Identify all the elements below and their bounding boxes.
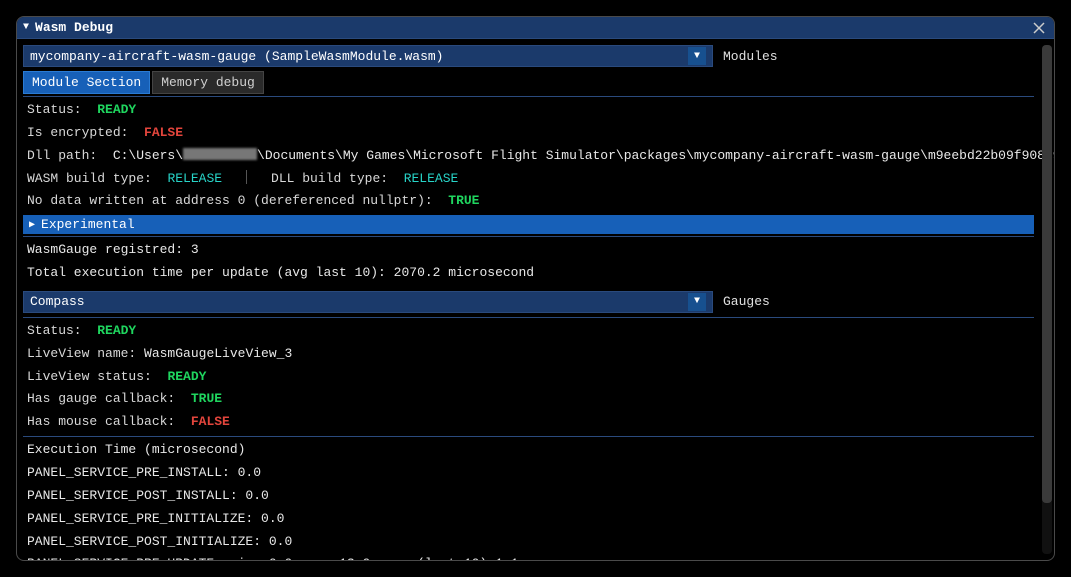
gauge-combo-value: Compass [30,294,85,309]
exec-line: PANEL_SERVICE_PRE_INSTALL: 0.0 [23,462,1034,485]
scrollbar[interactable] [1042,45,1052,554]
gauge-callback-value: TRUE [191,391,222,406]
exec-line: PANEL_SERVICE_POST_INITIALIZE: 0.0 [23,531,1034,554]
gauge-callback-line: Has gauge callback: TRUE [23,388,1034,411]
liveview-status-value: READY [167,369,206,384]
divider [23,436,1034,437]
divider [23,236,1034,237]
divider [23,317,1034,318]
experimental-label: Experimental [41,217,135,232]
nullptr-value: TRUE [448,193,479,208]
gauge-combo-label: Gauges [723,294,770,309]
tab-bar: Module Section Memory debug [23,71,1034,94]
nullptr-line: No data written at address 0 (dereferenc… [23,190,1034,213]
window-titlebar[interactable]: ▼ Wasm Debug [17,17,1054,39]
window-title: Wasm Debug [35,20,113,35]
scrollbar-thumb[interactable] [1042,45,1052,503]
wasmgauge-registered: WasmGauge registred: 3 [23,239,1034,262]
wasm-build-value: RELEASE [167,171,222,186]
chevron-down-icon: ▼ [688,293,706,311]
gauge-status-line: Status: READY [23,320,1034,343]
dll-build-value: RELEASE [404,171,459,186]
mouse-callback-value: FALSE [191,414,230,429]
mouse-callback-line: Has mouse callback: FALSE [23,411,1034,434]
wasm-debug-window: ▼ Wasm Debug mycompany-aircraft-wasm-gau… [16,16,1055,561]
gauge-status-value: READY [97,323,136,338]
encrypted-line: Is encrypted: FALSE [23,122,1034,145]
exec-line: PANEL_SERVICE_POST_INSTALL: 0.0 [23,485,1034,508]
gauge-selector-row: Compass ▼ Gauges [23,291,1034,313]
module-combo-label: Modules [723,49,778,64]
tab-memory-debug[interactable]: Memory debug [152,71,264,94]
tab-module-section[interactable]: Module Section [23,71,150,94]
window-body: mycompany-aircraft-wasm-gauge (SampleWas… [17,39,1054,560]
encrypted-value: FALSE [144,125,183,140]
module-selector-row: mycompany-aircraft-wasm-gauge (SampleWas… [23,45,1034,67]
build-type-line: WASM build type: RELEASEDLL build type: … [23,168,1034,191]
divider [23,96,1034,97]
status-value: READY [97,102,136,117]
dll-path-line: Dll path: C:\Users\\Documents\My Games\M… [23,145,1034,168]
liveview-status-line: LiveView status: READY [23,366,1034,389]
module-combo[interactable]: mycompany-aircraft-wasm-gauge (SampleWas… [23,45,713,67]
exec-time-header: Execution Time (microsecond) [23,439,1034,462]
experimental-expander[interactable]: ▶ Experimental [23,215,1034,234]
module-combo-value: mycompany-aircraft-wasm-gauge (SampleWas… [30,49,443,64]
exec-line: PANEL_SERVICE_PRE_INITIALIZE: 0.0 [23,508,1034,531]
close-button[interactable] [1030,19,1048,37]
chevron-down-icon: ▼ [688,47,706,65]
liveview-name-value: WasmGaugeLiveView_3 [144,346,292,361]
liveview-name-line: LiveView name: WasmGaugeLiveView_3 [23,343,1034,366]
status-line: Status: READY [23,99,1034,122]
exec-line: PANEL_SERVICE_PRE_UPDATE: min: 0.0, max … [23,553,1034,560]
expand-icon: ▶ [29,219,35,231]
total-exec-time: Total execution time per update (avg las… [23,262,1034,285]
gauge-combo[interactable]: Compass ▼ [23,291,713,313]
collapse-icon[interactable]: ▼ [23,22,29,33]
redacted-user [183,148,257,160]
